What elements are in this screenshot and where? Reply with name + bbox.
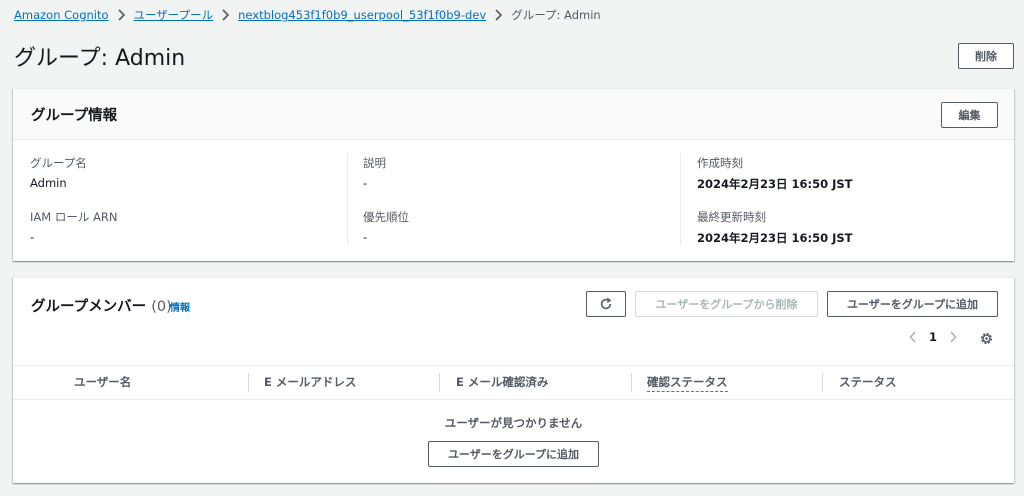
- group-name-value: Admin: [30, 176, 67, 190]
- edit-button[interactable]: 編集: [941, 102, 998, 128]
- group-name-label: グループ名: [30, 156, 87, 170]
- group-info-title: グループ情報: [31, 108, 118, 124]
- page-title: グループ: Admin: [14, 46, 186, 71]
- precedence-label: 優先順位: [363, 210, 409, 224]
- add-user-button[interactable]: ユーザーをグループに追加: [827, 291, 998, 317]
- settings-gear-icon[interactable]: [979, 331, 994, 346]
- column-header-confirmation-status[interactable]: 確認ステータス: [647, 374, 728, 392]
- column-header-username[interactable]: ユーザー名: [74, 374, 131, 390]
- group-info-panel: グループ情報 編集 グループ名 Admin IAM ロール ARN - 説明 -…: [13, 88, 1014, 261]
- precedence-value: -: [363, 230, 368, 244]
- created-time-label: 作成時刻: [697, 156, 743, 170]
- column-resizer[interactable]: [822, 373, 823, 392]
- iam-role-label: IAM ロール ARN: [30, 210, 118, 224]
- breadcrumb-link-cognito[interactable]: Amazon Cognito: [14, 8, 109, 22]
- delete-button[interactable]: 削除: [958, 43, 1014, 69]
- empty-add-user-button[interactable]: ユーザーをグループに追加: [428, 441, 599, 467]
- updated-time-value: 2024年2月23日 16:50 JST: [697, 231, 853, 245]
- refresh-icon: [600, 297, 612, 310]
- breadcrumb-link-userpools[interactable]: ユーザープール: [134, 7, 214, 23]
- group-info-header: グループ情報 編集: [13, 89, 1014, 140]
- column-resizer[interactable]: [439, 373, 440, 392]
- members-count: (0): [151, 299, 172, 315]
- column-resizer[interactable]: [631, 373, 632, 392]
- refresh-button[interactable]: [586, 291, 626, 317]
- breadcrumb: Amazon Cognito ユーザープール nextblog453f1f0b9…: [14, 7, 601, 23]
- description-value: -: [363, 176, 368, 190]
- column-header-email[interactable]: E メールアドレス: [264, 374, 356, 390]
- chevron-right-icon: [494, 9, 503, 21]
- members-title: グループメンバー (0): [31, 295, 172, 316]
- chevron-right-icon: [117, 9, 126, 21]
- info-link[interactable]: 情報: [170, 299, 190, 314]
- column-divider: [680, 153, 681, 245]
- table-header-row: ユーザー名 E メールアドレス E メール確認済み 確認ステータス ステータス: [13, 365, 1014, 400]
- prev-page-icon[interactable]: [906, 331, 920, 343]
- next-page-icon[interactable]: [946, 331, 960, 343]
- pagination: 1: [906, 330, 960, 344]
- page-number[interactable]: 1: [920, 330, 946, 344]
- updated-time-label: 最終更新時刻: [697, 210, 766, 224]
- iam-role-value: -: [30, 230, 35, 244]
- column-resizer[interactable]: [248, 373, 249, 392]
- created-time-value: 2024年2月23日 16:50 JST: [697, 177, 853, 191]
- column-header-status[interactable]: ステータス: [839, 374, 897, 390]
- remove-user-button[interactable]: ユーザーをグループから削除: [635, 291, 818, 317]
- description-label: 説明: [363, 156, 386, 170]
- breadcrumb-current: グループ: Admin: [511, 8, 601, 22]
- breadcrumb-link-userpool[interactable]: nextblog453f1f0b9_userpool_53f1f0b9-dev: [238, 8, 486, 22]
- chevron-right-icon: [221, 9, 230, 21]
- column-divider: [347, 153, 348, 245]
- empty-state-text: ユーザーが見つかりません: [444, 416, 583, 430]
- group-members-panel: グループメンバー (0) 情報 ユーザーをグループから削除 ユーザーをグループに…: [13, 277, 1014, 483]
- column-header-email-verified[interactable]: E メール確認済み: [456, 374, 548, 390]
- members-title-text: グループメンバー: [31, 299, 147, 315]
